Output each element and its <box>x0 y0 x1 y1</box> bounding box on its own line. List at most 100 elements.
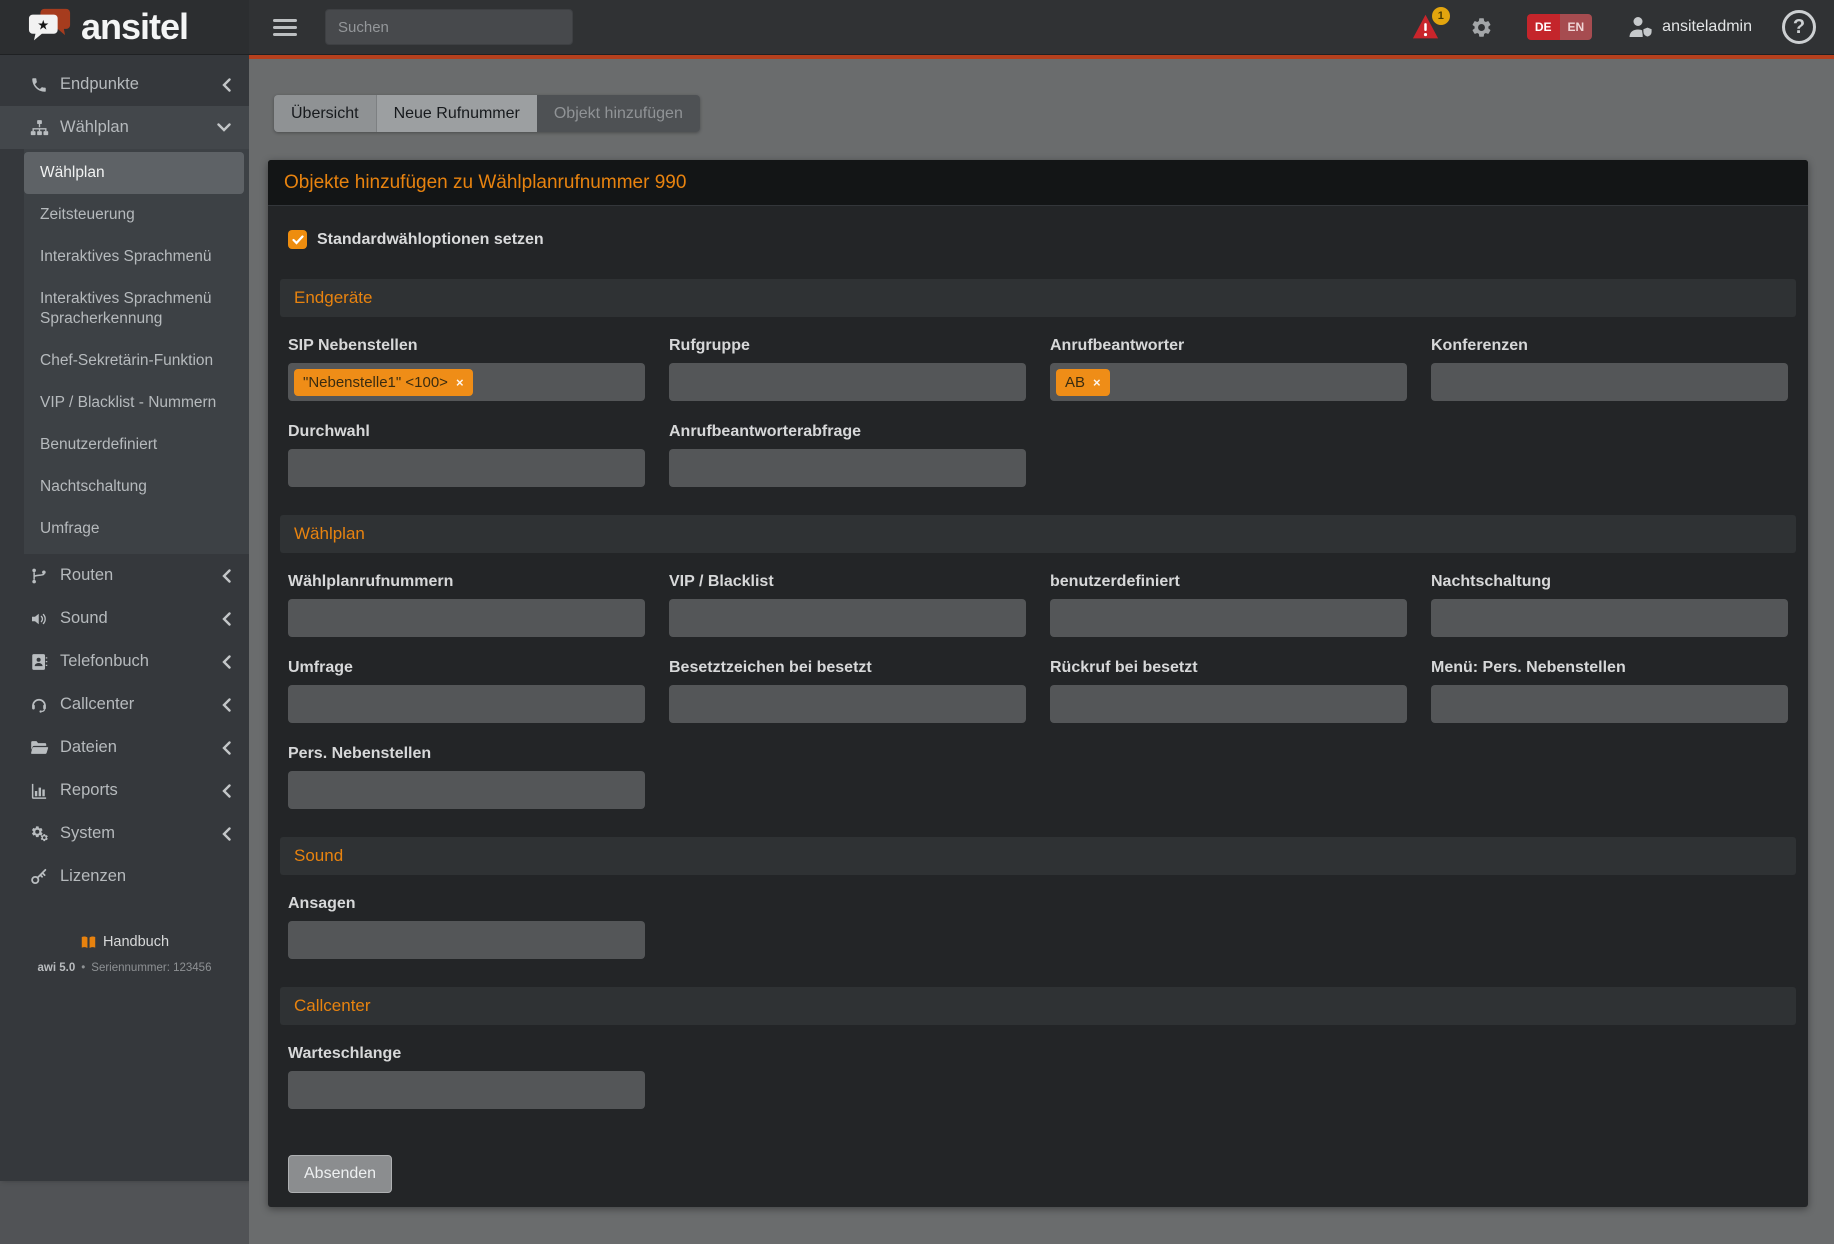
sidebar-item-label: System <box>60 824 115 843</box>
field-label: Besetztzeichen bei besetzt <box>669 659 1026 677</box>
selected-item-tag[interactable]: "Nebenstelle1" <100> × <box>294 369 473 396</box>
chevron-left-icon <box>222 569 231 583</box>
sip-nebenstellen-input[interactable]: "Nebenstelle1" <100> × <box>288 363 645 401</box>
menu-toggle-icon[interactable] <box>273 19 297 36</box>
pers-nebenstellen-input[interactable] <box>288 771 645 809</box>
key-icon <box>28 868 50 886</box>
ansagen-input[interactable] <box>288 921 645 959</box>
submenu-item-ivr[interactable]: Interaktives Sprachmenü <box>24 236 244 278</box>
durchwahl-input[interactable] <box>288 449 645 487</box>
app-logo[interactable]: ★ ansitel <box>0 0 249 54</box>
settings-gear-icon[interactable] <box>1470 16 1493 39</box>
logo-chat-bubble-star-icon: ★ <box>28 7 72 47</box>
sidebar-item-callcenter[interactable]: Callcenter <box>0 683 249 726</box>
submenu-item-chef-sekretaerin[interactable]: Chef-Sekretärin-Funktion <box>24 340 244 382</box>
sidebar-item-routen[interactable]: Routen <box>0 554 249 597</box>
checkbox-checked-icon[interactable] <box>288 230 307 249</box>
tab-objekt-hinzufuegen[interactable]: Objekt hinzufügen <box>537 95 700 132</box>
gears-icon <box>28 825 50 843</box>
sidebar-item-label: Dateien <box>60 738 117 757</box>
vip-blacklist-input[interactable] <box>669 599 1026 637</box>
warteschlange-input[interactable] <box>288 1071 645 1109</box>
headset-icon <box>28 696 50 714</box>
field-besetztzeichen: Besetztzeichen bei besetzt <box>669 659 1026 723</box>
field-label: Pers. Nebenstellen <box>288 745 645 763</box>
sidebar-item-dateien[interactable]: Dateien <box>0 726 249 769</box>
sidebar-item-label: Reports <box>60 781 118 800</box>
field-waehlplanrufnummern: Wählplanrufnummern <box>288 573 645 637</box>
field-label: Anrufbeantworter <box>1050 337 1407 355</box>
umfrage-input[interactable] <box>288 685 645 723</box>
remove-tag-icon[interactable]: × <box>456 375 464 390</box>
sidebar-item-label: Lizenzen <box>60 867 126 886</box>
tab-neue-rufnummer[interactable]: Neue Rufnummer <box>377 95 537 132</box>
sidebar-item-label: Routen <box>60 566 113 585</box>
sidebar-item-waehlplan[interactable]: Wählplan <box>0 106 249 149</box>
field-rufgruppe: Rufgruppe <box>669 337 1026 401</box>
submenu-item-ivr-spracherkennung[interactable]: Interaktives Sprachmenü Spracherkennung <box>24 278 244 340</box>
tab-uebersicht[interactable]: Übersicht <box>274 95 377 132</box>
absenden-button[interactable]: Absenden <box>288 1155 392 1193</box>
sidebar-item-sound[interactable]: Sound <box>0 597 249 640</box>
field-label: Durchwahl <box>288 423 645 441</box>
chevron-left-icon <box>222 612 231 626</box>
sidebar-item-reports[interactable]: Reports <box>0 769 249 812</box>
anrufbeantworterabfrage-input[interactable] <box>669 449 1026 487</box>
submenu-item-waehlplan[interactable]: Wählplan <box>24 152 244 194</box>
standardwahloptionen-checkbox-row[interactable]: Standardwähloptionen setzen <box>280 230 1796 249</box>
sidebar-item-endpunkte[interactable]: Endpunkte <box>0 63 249 106</box>
submenu-item-nachtschaltung[interactable]: Nachtschaltung <box>24 466 244 508</box>
chevron-down-icon <box>217 123 231 132</box>
handbuch-link[interactable]: Handbuch <box>0 934 249 950</box>
field-label: Rufgruppe <box>669 337 1026 355</box>
field-label: Warteschlange <box>288 1045 645 1063</box>
rueckruf-input[interactable] <box>1050 685 1407 723</box>
sidebar-item-label: Callcenter <box>60 695 134 714</box>
submenu-item-zeitsteuerung[interactable]: Zeitsteuerung <box>24 194 244 236</box>
user-menu[interactable]: ansiteladmin <box>1628 16 1752 38</box>
nachtschaltung-input[interactable] <box>1431 599 1788 637</box>
rufgruppe-input[interactable] <box>669 363 1026 401</box>
benutzerdefiniert-input[interactable] <box>1050 599 1407 637</box>
serial-label: Seriennummer: 123456 <box>91 962 211 974</box>
konferenzen-input[interactable] <box>1431 363 1788 401</box>
anrufbeantworter-input[interactable]: AB × <box>1050 363 1407 401</box>
waehlplanrufnummern-input[interactable] <box>288 599 645 637</box>
field-label: Ansagen <box>288 895 645 913</box>
submenu-item-benutzerdefiniert[interactable]: Benutzerdefiniert <box>24 424 244 466</box>
chevron-left-icon <box>222 698 231 712</box>
menue-pers-nebenstellen-input[interactable] <box>1431 685 1788 723</box>
field-umfrage: Umfrage <box>288 659 645 723</box>
chevron-left-icon <box>222 78 231 92</box>
search-input[interactable] <box>325 9 573 45</box>
sidebar-item-system[interactable]: System <box>0 812 249 855</box>
user-shield-icon <box>1628 16 1654 38</box>
alerts-button[interactable]: 1 <box>1412 14 1442 40</box>
selected-item-tag[interactable]: AB × <box>1056 369 1110 396</box>
logo-text: ansitel <box>81 9 188 45</box>
sidebar-item-telefonbuch[interactable]: Telefonbuch <box>0 640 249 683</box>
sidebar-item-lizenzen[interactable]: Lizenzen <box>0 855 249 898</box>
language-de-button[interactable]: DE <box>1527 14 1560 40</box>
route-icon <box>28 567 50 585</box>
field-benutzerdefiniert: benutzerdefiniert <box>1050 573 1407 637</box>
sidebar-item-label: Wählplan <box>60 118 129 137</box>
chevron-left-icon <box>222 827 231 841</box>
field-label: Wählplanrufnummern <box>288 573 645 591</box>
sidebar-nav: Endpunkte Wählplan <box>0 55 249 1181</box>
chevron-left-icon <box>222 784 231 798</box>
field-anrufbeantworterabfrage: Anrufbeantworterabfrage <box>669 423 1026 487</box>
sidebar-item-label: Endpunkte <box>60 75 139 94</box>
help-icon[interactable]: ? <box>1782 10 1816 44</box>
field-label: Anrufbeantworterabfrage <box>669 423 1026 441</box>
field-anrufbeantworter: Anrufbeantworter AB × <box>1050 337 1407 401</box>
language-en-button[interactable]: EN <box>1560 14 1593 40</box>
field-durchwahl: Durchwahl <box>288 423 645 487</box>
field-label: benutzerdefiniert <box>1050 573 1407 591</box>
besetztzeichen-input[interactable] <box>669 685 1026 723</box>
version-info: awi 5.0•Seriennummer: 123456 <box>0 962 249 974</box>
submenu-item-umfrage[interactable]: Umfrage <box>24 508 244 550</box>
submenu-item-vip-blacklist[interactable]: VIP / Blacklist - Nummern <box>24 382 244 424</box>
remove-tag-icon[interactable]: × <box>1093 375 1101 390</box>
field-sip-nebenstellen: SIP Nebenstellen "Nebenstelle1" <100> × <box>288 337 645 401</box>
